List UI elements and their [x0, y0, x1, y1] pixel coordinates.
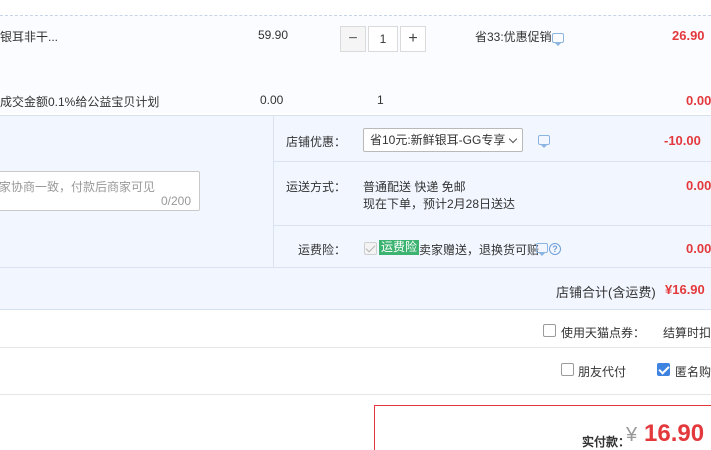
charity-quantity: 1: [377, 93, 384, 107]
message-input[interactable]: 家协商一致，付款后商家可见 0/200: [0, 171, 200, 211]
chat-icon[interactable]: [552, 33, 564, 46]
row-divider: [0, 394, 711, 395]
anonymous-checkbox[interactable]: [657, 363, 670, 376]
row-divider: [0, 347, 711, 348]
message-count: 0/200: [160, 194, 191, 208]
insurance-label: 运费险：: [297, 243, 346, 257]
shop-discount-label: 店铺优惠：: [285, 135, 346, 149]
row-divider: [0, 267, 711, 268]
friend-pay-label: 朋友代付: [578, 365, 627, 379]
charity-subtotal: 0.00: [686, 93, 711, 108]
friend-pay-checkbox[interactable]: [561, 363, 574, 376]
shipping-method: 普通配送 快递 免邮: [363, 180, 466, 194]
chevron-down-icon: [508, 134, 518, 144]
checkout-total-box: 实付款： ¥ 16.90: [374, 405, 711, 450]
minus-icon[interactable]: −: [340, 26, 366, 52]
tmall-points-checkbox[interactable]: [543, 324, 556, 337]
insurance-desc: 卖家赠送，退换货可赔: [419, 243, 540, 257]
tmall-points-label: 使用天猫点券：: [561, 326, 646, 340]
currency-symbol: ¥: [626, 424, 638, 446]
item-subtotal: 26.90: [672, 28, 705, 43]
help-icon[interactable]: ?: [549, 243, 561, 255]
chat-icon[interactable]: [536, 243, 548, 256]
message-placeholder: 家协商一致，付款后商家可见: [0, 180, 156, 194]
row-divider: [274, 225, 711, 226]
shop-discount-select[interactable]: 省10元:新鲜银耳-GG专享: [363, 128, 523, 152]
shop-discount-amount: -10.00: [664, 133, 701, 148]
item-promo: 省33:优惠促销: [475, 30, 552, 44]
shipping-eta: 现在下单，预计2月28日送达: [363, 197, 516, 211]
shop-total-amount: ¥16.90: [665, 282, 705, 297]
shipping-label: 运送方式：: [285, 180, 346, 194]
insurance-amount: 0.00: [686, 241, 711, 256]
shop-summary: [0, 115, 711, 310]
charity-unit-price: 0.00: [260, 93, 284, 107]
checkout-amount: 16.90: [644, 420, 705, 447]
quantity-stepper: − 1 +: [340, 26, 426, 52]
shop-total-label: 店铺合计(含运费): [556, 285, 656, 300]
shipping-amount: 0.00: [686, 178, 711, 193]
plus-icon[interactable]: +: [400, 26, 426, 52]
section-divider: [273, 115, 274, 267]
anonymous-label: 匿名购买: [675, 365, 711, 379]
item-title[interactable]: 银耳非干...: [0, 28, 58, 45]
quantity-input[interactable]: 1: [368, 26, 398, 52]
row-divider: [274, 161, 711, 162]
checkout-label: 实付款：: [582, 435, 631, 449]
insurance-checkbox: [364, 242, 377, 255]
item-unit-price: 59.90: [258, 28, 289, 42]
charity-title: 成交金额0.1%给公益宝贝计划: [0, 95, 160, 109]
tmall-points-note: 结算时扣除: [663, 326, 711, 340]
shop-discount-value: 省10元:新鲜银耳-GG专享: [370, 133, 506, 147]
insurance-badge: 运费险: [379, 240, 420, 255]
chat-icon[interactable]: [538, 135, 550, 148]
